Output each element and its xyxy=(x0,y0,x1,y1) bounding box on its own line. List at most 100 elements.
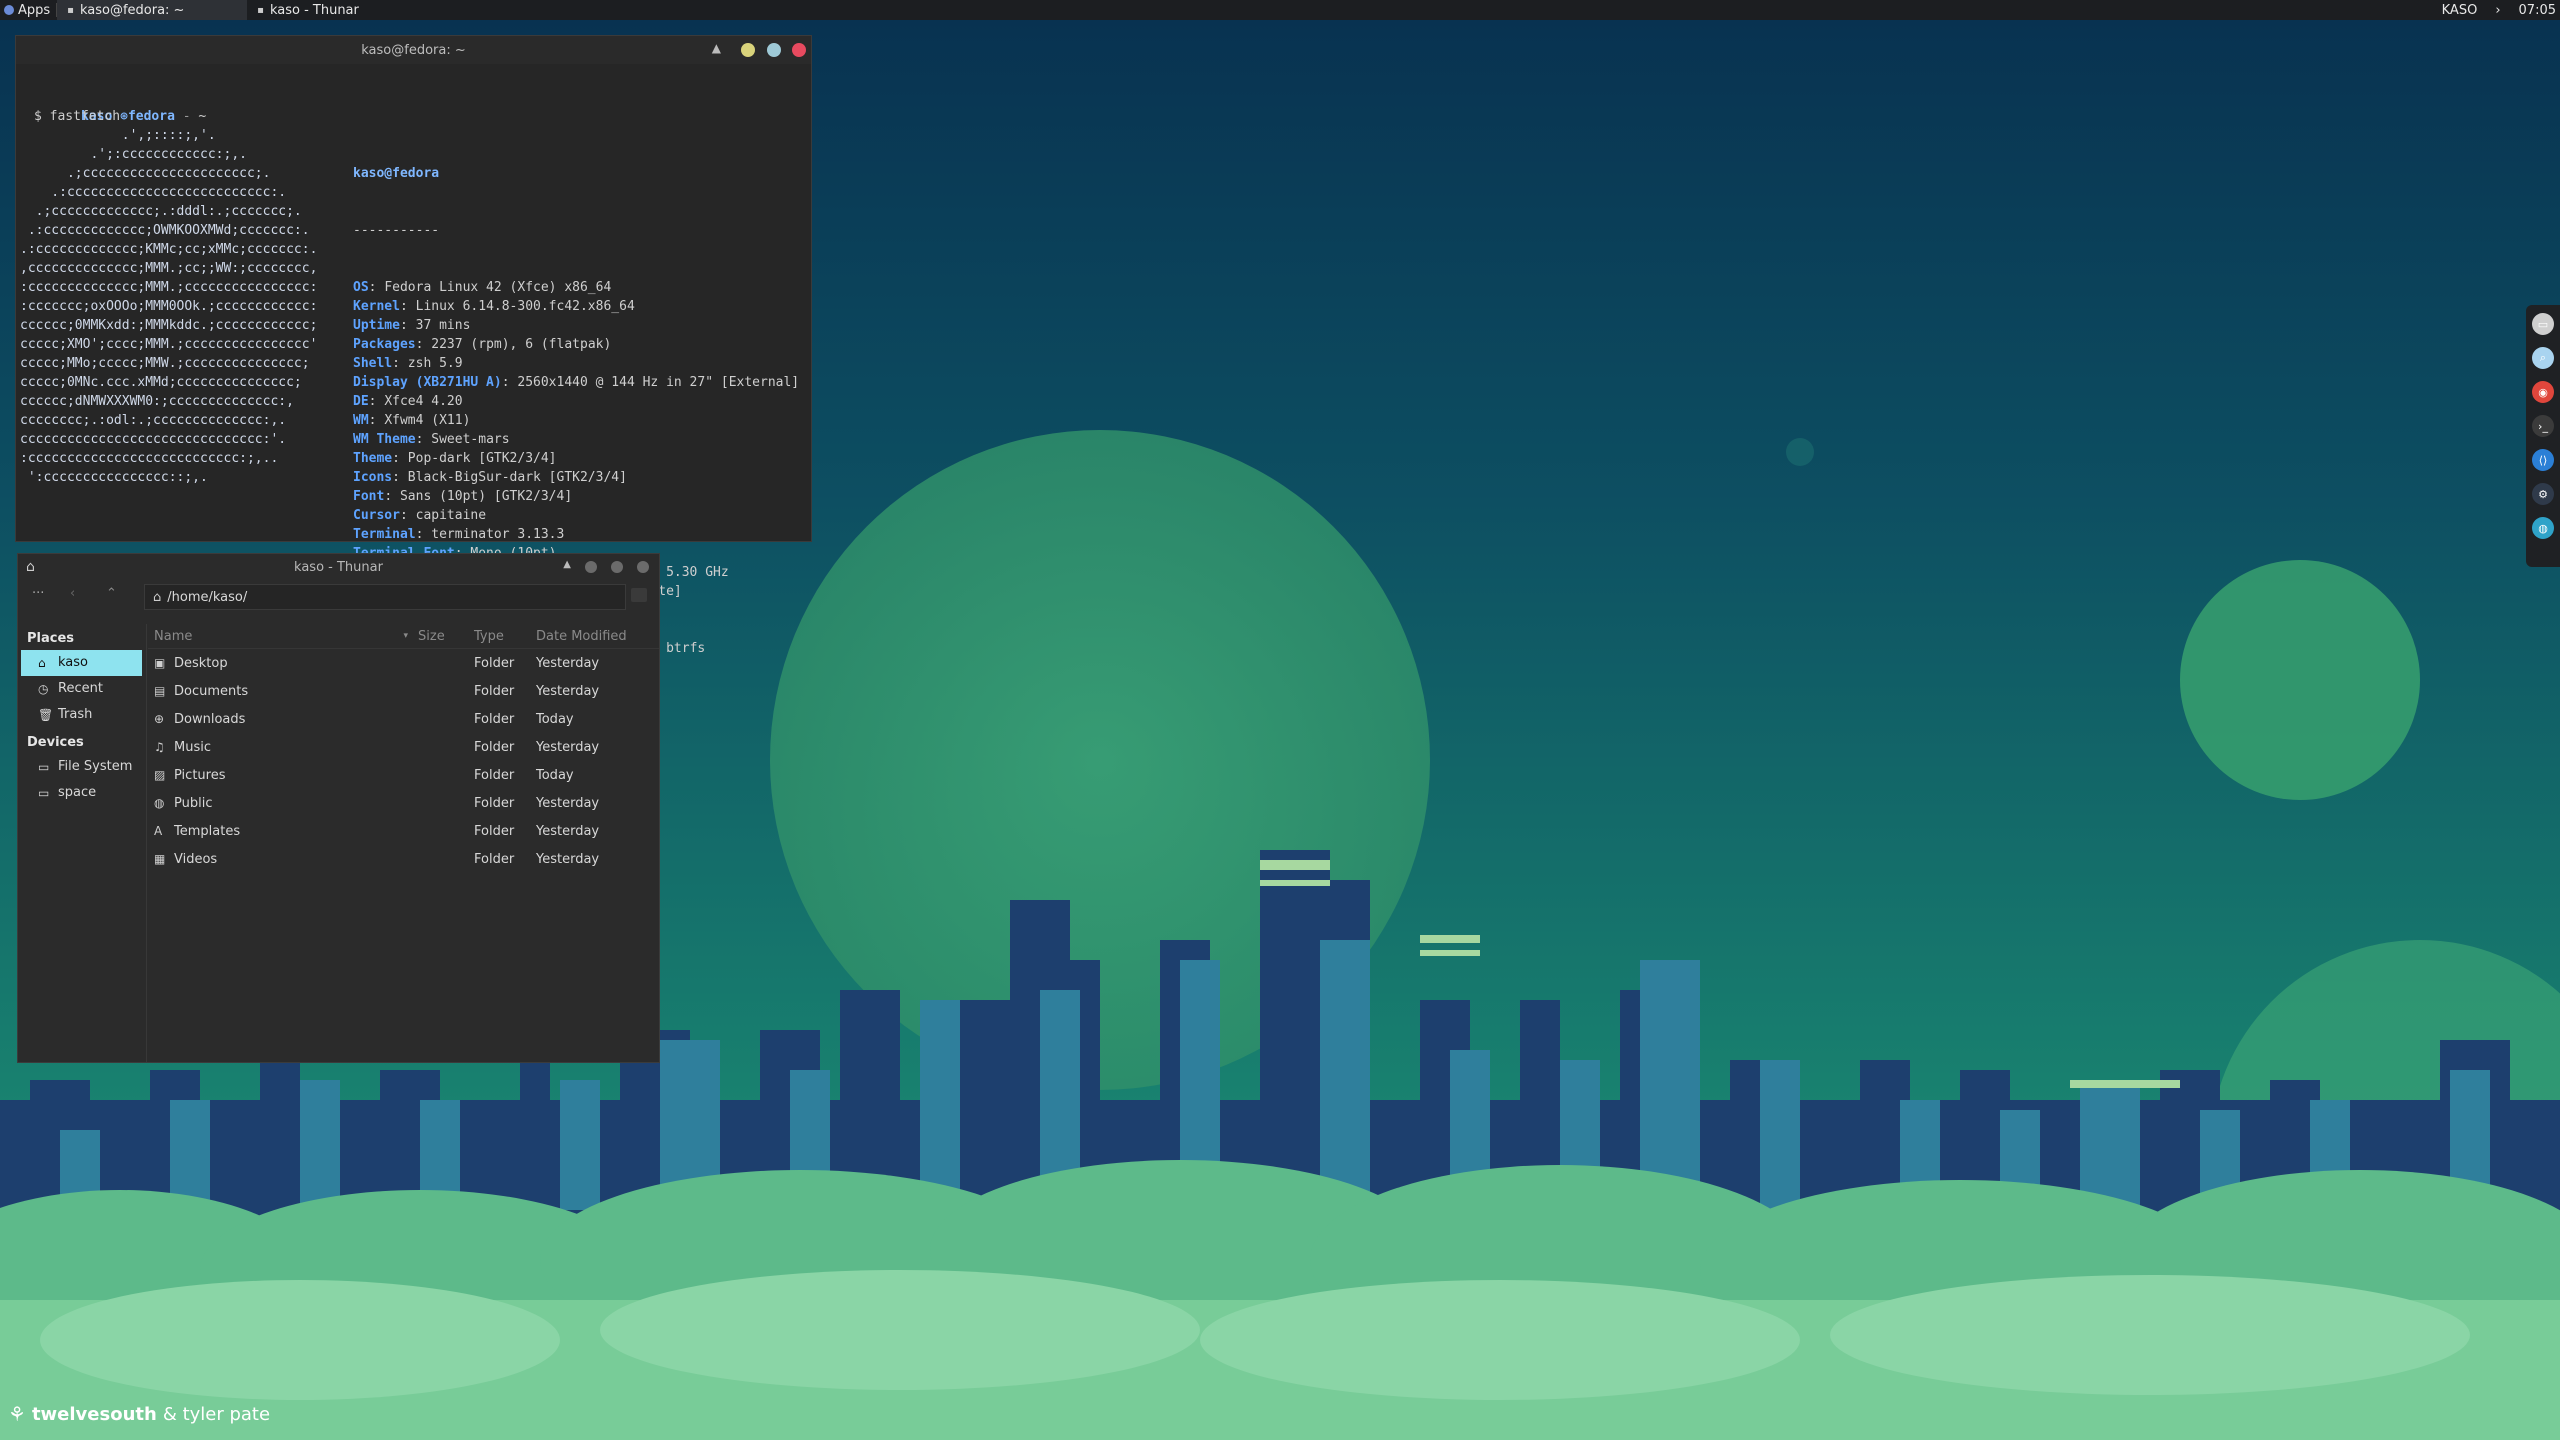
public-folder-icon: ◍ xyxy=(154,796,165,810)
clock[interactable]: 07:05 xyxy=(2519,3,2556,18)
info-key: WM xyxy=(353,413,369,428)
column-size[interactable]: Size xyxy=(418,629,474,644)
logo-line: .';:cccccccccccc:;,. xyxy=(20,147,247,162)
info-line: Display (XB271HU A): 2560x1440 @ 144 Hz … xyxy=(353,375,800,390)
chevron-right-icon[interactable]: › xyxy=(2495,3,2500,18)
info-line: Shell: zsh 5.9 xyxy=(353,356,463,371)
prompt-host: fedora xyxy=(127,109,175,124)
column-date[interactable]: Date Modified xyxy=(536,629,646,644)
logo-line: :ccccccccccccccccccccccccccc:;,.. xyxy=(20,451,279,466)
logo-line: ccccccccccccccccccccccccccccccc:'. xyxy=(20,432,287,447)
file-row[interactable]: ▤ Documents Folder Yesterday xyxy=(148,677,659,705)
file-row[interactable]: ◍ Public Folder Yesterday xyxy=(148,789,659,817)
column-headers: Name ▾ Size Type Date Modified xyxy=(148,624,659,649)
file-date: Yesterday xyxy=(536,655,600,671)
terminal-window[interactable]: kaso@fedora: ~ ▲ kaso ⊛fedora - ~ $ fast… xyxy=(15,35,812,656)
file-type: Folder xyxy=(474,851,515,867)
location-bar[interactable]: ⌂ /home/kaso/ xyxy=(144,584,626,610)
maximize-button[interactable] xyxy=(611,561,623,573)
info-line: Packages: 2237 (rpm), 6 (flatpak) xyxy=(353,337,612,352)
info-value: Sweet-mars xyxy=(431,432,510,447)
vscode-icon[interactable]: ⟨⟩ xyxy=(2532,449,2554,471)
minimize-button[interactable] xyxy=(585,561,597,573)
taskbar-item-thunar[interactable]: ▪ kaso - Thunar xyxy=(247,0,437,20)
home-icon: ⌂ xyxy=(153,589,162,605)
info-value: Black-BigSur-dark [GTK2/3/4] xyxy=(407,470,627,485)
logo-line: .:ccccccccccccc;KMMc;cc;xMMc;ccccccc:. xyxy=(20,242,318,257)
apps-icon xyxy=(4,5,14,15)
logo-line: ccccc;XMO';cccc;MMM.;cccccccccccccccc' xyxy=(20,337,318,352)
file-type: Folder xyxy=(474,823,515,839)
terminal-output[interactable]: kaso ⊛fedora - ~ $ fastfetch .',;::::;,'… xyxy=(16,64,811,656)
logo-line: :ccccccc;oxOOOo;MMM0OOk.;cccccccccccc: xyxy=(20,299,318,314)
file-name: Music xyxy=(174,739,211,755)
chrome-icon[interactable]: ◉ xyxy=(2532,381,2554,403)
column-name[interactable]: Name ▾ xyxy=(148,629,418,644)
minimize-button[interactable] xyxy=(741,43,755,57)
file-type: Folder xyxy=(474,683,515,699)
file-name: Downloads xyxy=(174,711,246,727)
terminal-icon[interactable]: ›_ xyxy=(2532,415,2554,437)
info-key: Shell xyxy=(353,356,393,371)
sidebar-item-space[interactable]: ▭ space xyxy=(18,780,146,806)
twelvesouth-logo-icon: ⚘ xyxy=(8,1402,26,1426)
sidebar-item-recent[interactable]: ◷ Recent xyxy=(18,676,146,702)
info-key: Font xyxy=(353,489,385,504)
taskbar-item-terminal[interactable]: ▪ kaso@fedora: ~ xyxy=(57,0,248,20)
info-value: Sans (10pt) [GTK2/3/4] xyxy=(399,489,573,504)
command-line: $ fastfetch xyxy=(34,109,121,124)
apps-menu-button[interactable]: Apps xyxy=(0,0,56,20)
logo-line: ccccc;MMo;ccccc;MMW.;ccccccccccccccc; xyxy=(20,356,310,371)
back-arrow-icon[interactable]: ‹ xyxy=(70,586,75,601)
info-value: 2237 (rpm), 6 (flatpak) xyxy=(431,337,612,352)
logo-line: ccccc;0MNc.ccc.xMMd;ccccccccccccccc; xyxy=(20,375,302,390)
file-row[interactable]: ▨ Pictures Folder Today xyxy=(148,761,659,789)
file-row[interactable]: ▦ Videos Folder Yesterday xyxy=(148,845,659,873)
terminal-open-icon[interactable] xyxy=(631,588,647,602)
file-date: Yesterday xyxy=(536,851,600,867)
desktop-folder-icon: ▣ xyxy=(154,656,166,670)
thunar-titlebar[interactable]: ⌂ kaso - Thunar ▲ xyxy=(18,554,659,580)
close-button[interactable] xyxy=(792,43,806,57)
file-date: Today xyxy=(536,767,574,783)
drive-icon: ▭ xyxy=(38,760,50,774)
info-key: Terminal xyxy=(353,527,416,542)
thunar-window[interactable]: ⌂ kaso - Thunar ▲ ··· ‹ ⌃ ⌂ /home/kaso/ … xyxy=(17,553,660,1063)
up-arrow-icon[interactable]: ⌃ xyxy=(106,586,117,601)
templates-folder-icon: A xyxy=(154,824,163,838)
user-label[interactable]: KASO xyxy=(2442,3,2478,18)
file-row[interactable]: ⊕ Downloads Folder Today xyxy=(148,705,659,733)
file-name-cell: ♫ Music xyxy=(148,740,418,755)
files-icon[interactable]: ▭ xyxy=(2532,313,2554,335)
info-value: Pop-dark [GTK2/3/4] xyxy=(407,451,557,466)
file-name: Desktop xyxy=(174,655,228,671)
collapse-icon[interactable]: ▲ xyxy=(712,41,721,55)
file-date: Today xyxy=(536,711,574,727)
file-row[interactable]: ▣ Desktop Folder Yesterday xyxy=(148,649,659,677)
file-type: Folder xyxy=(474,767,515,783)
collapse-icon[interactable]: ▲ xyxy=(563,559,571,570)
file-row[interactable]: ♫ Music Folder Yesterday xyxy=(148,733,659,761)
sidebar-item-label: Trash xyxy=(58,707,93,722)
file-name-cell: ⊕ Downloads xyxy=(148,712,418,727)
maximize-button[interactable] xyxy=(767,43,781,57)
info-key: Cursor xyxy=(353,508,400,523)
sidebar-item-kaso[interactable]: ⌂ kaso xyxy=(21,650,142,676)
info-key: DE xyxy=(353,394,369,409)
terminal-titlebar[interactable]: kaso@fedora: ~ ▲ xyxy=(16,36,811,64)
steam-icon[interactable]: ⚙ xyxy=(2532,483,2554,505)
search-icon[interactable]: ⌕ xyxy=(2532,347,2554,369)
devices-header: Devices xyxy=(27,735,84,750)
globe-icon[interactable]: ◍ xyxy=(2532,517,2554,539)
close-button[interactable] xyxy=(637,561,649,573)
sidebar-item-file-system[interactable]: ▭ File System xyxy=(18,754,146,780)
prompt-path: ~ xyxy=(198,109,207,124)
file-row[interactable]: A Templates Folder Yesterday xyxy=(148,817,659,845)
info-line: Theme: Pop-dark [GTK2/3/4] xyxy=(353,451,557,466)
file-type: Folder xyxy=(474,795,515,811)
column-type[interactable]: Type xyxy=(474,629,536,644)
sidebar-item-trash[interactable]: 🗑 Trash xyxy=(18,702,146,728)
logo-line: .;ccccccccccccc;.:dddl:.;ccccccc;. xyxy=(20,204,302,219)
logo-line: .:ccccccccccccc;OWMKOOXMWd;ccccccc:. xyxy=(20,223,310,238)
menu-dots-icon[interactable]: ··· xyxy=(32,586,44,601)
